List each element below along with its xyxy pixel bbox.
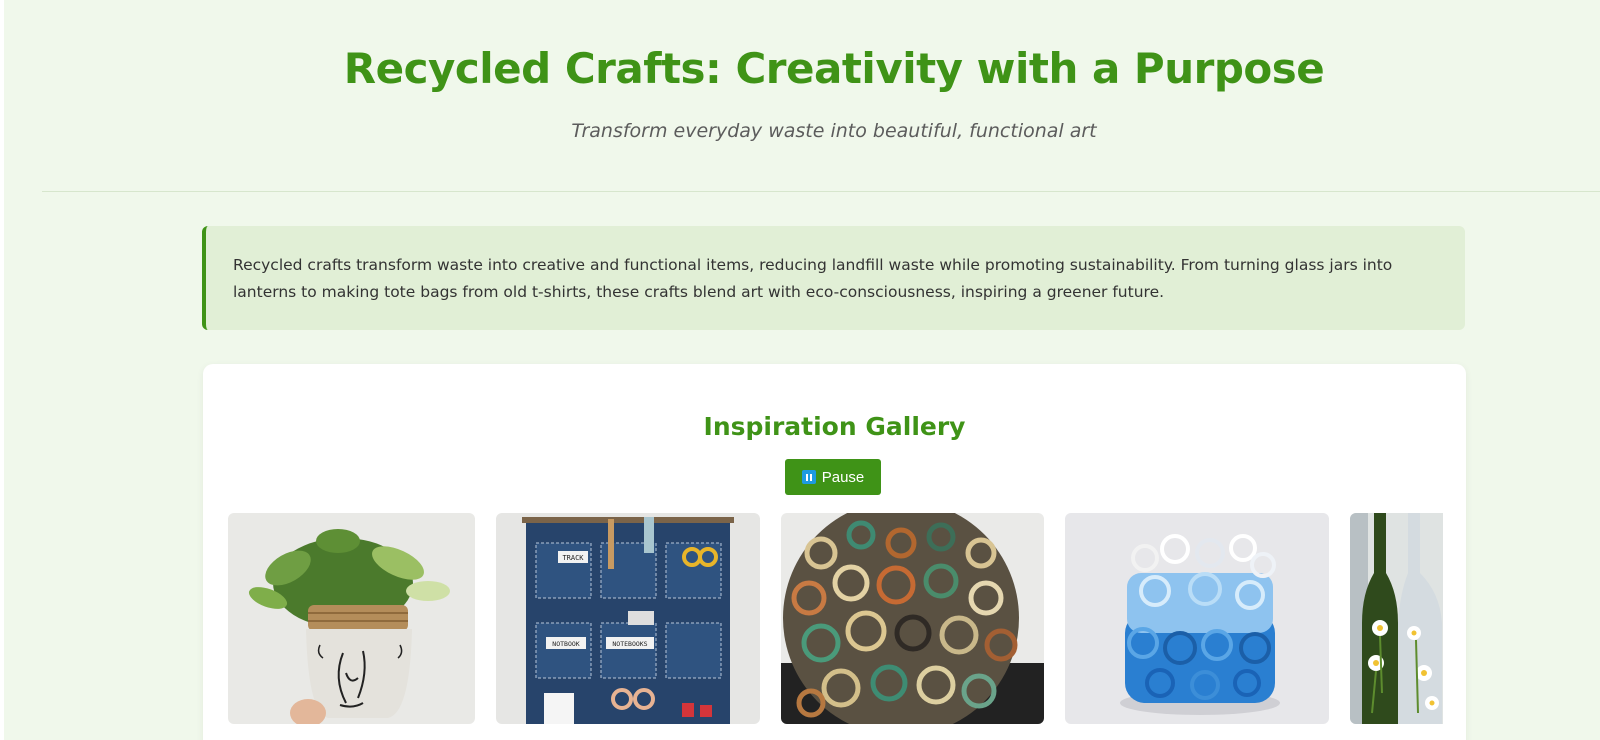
label-notebooks: NOTEBOOKS — [612, 640, 647, 648]
planter-illustration — [228, 513, 475, 724]
coil-sphere-illustration — [781, 513, 1044, 724]
intro-callout: Recycled crafts transform waste into cre… — [202, 226, 1465, 330]
gallery-image-painted-bottles[interactable] — [1350, 513, 1443, 724]
bottles-illustration — [1350, 513, 1443, 724]
pause-icon — [801, 470, 816, 484]
denim-illustration: TRACK NOTBOOK NOTEBOOKS — [496, 513, 760, 724]
page-subtitle: Transform everyday waste into beautiful,… — [571, 120, 1097, 142]
page: Recycled Crafts: Creativity with a Purpo… — [0, 0, 1600, 740]
pause-button-label: Pause — [821, 468, 865, 486]
page-header: Recycled Crafts: Creativity with a Purpo… — [42, 0, 1600, 192]
gallery-image-denim-organizer[interactable]: TRACK NOTBOOK NOTEBOOKS — [496, 513, 760, 724]
blue-vase-illustration — [1065, 513, 1329, 724]
inspiration-gallery: Inspiration Gallery Pause TRACK NOTBOOK … — [203, 364, 1466, 740]
pause-button[interactable]: Pause — [785, 459, 881, 495]
gallery-title: Inspiration Gallery — [703, 412, 966, 441]
gallery-image-coil-sphere[interactable] — [781, 513, 1044, 724]
label-notbook: NOTBOOK — [552, 640, 579, 648]
label-track: TRACK — [562, 554, 584, 562]
window-edge — [0, 0, 4, 740]
page-title: Recycled Crafts: Creativity with a Purpo… — [343, 44, 1325, 93]
gallery-image-planter[interactable] — [228, 513, 475, 724]
gallery-image-blue-vase[interactable] — [1065, 513, 1329, 724]
intro-text: Recycled crafts transform waste into cre… — [233, 256, 1393, 301]
gallery-carousel[interactable]: TRACK NOTBOOK NOTEBOOKS — [228, 513, 1443, 724]
